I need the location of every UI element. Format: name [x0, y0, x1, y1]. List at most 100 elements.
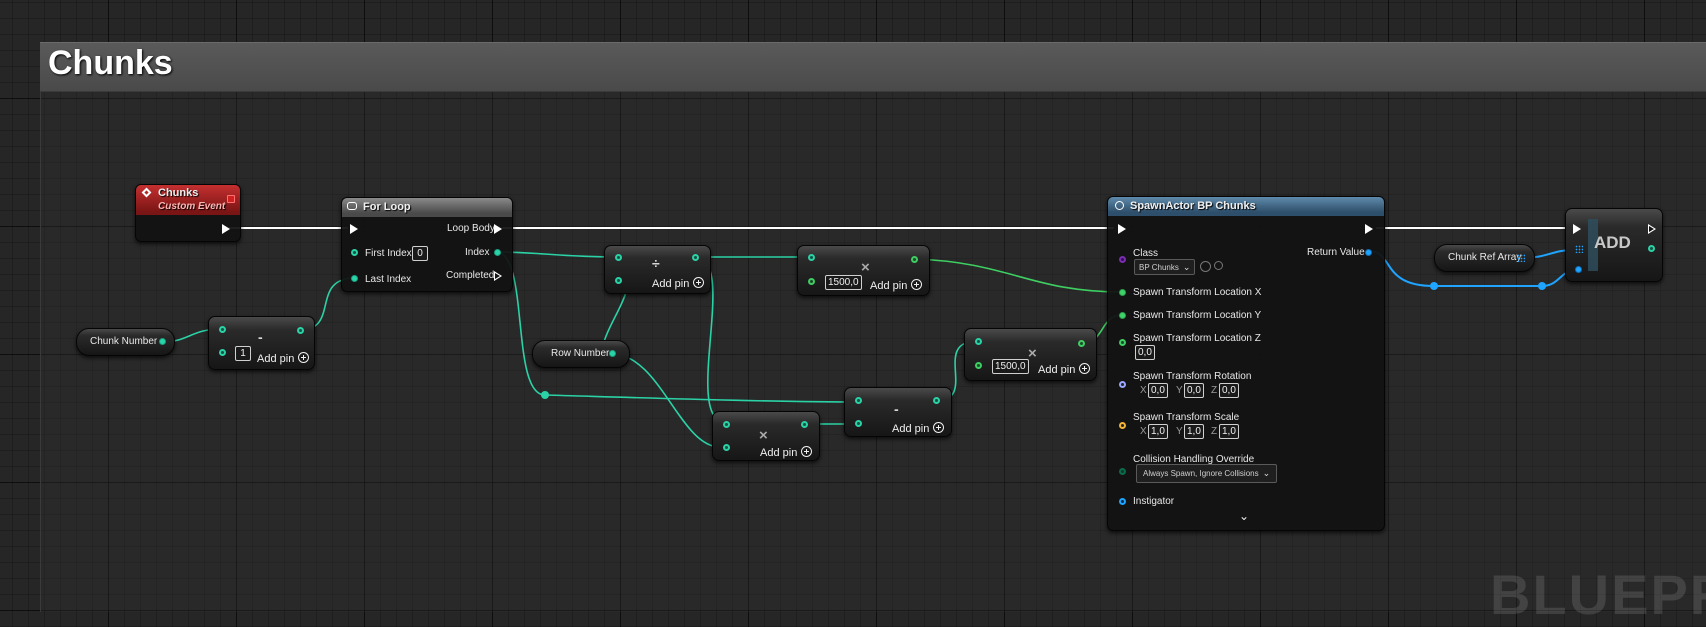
subtract-b-in-pin-a[interactable]: [855, 397, 862, 404]
scale-x-value[interactable]: 1,0: [1148, 424, 1168, 439]
multiply-operator: ×: [759, 427, 768, 444]
scale-pin[interactable]: [1119, 422, 1126, 429]
array-in-icon[interactable]: [1575, 245, 1583, 253]
array-add-node[interactable]: ADD: [1565, 208, 1663, 282]
add-label: ADD: [1594, 233, 1631, 252]
divide-in-pin-b[interactable]: [615, 277, 622, 284]
class-label: Class: [1133, 248, 1159, 259]
add-pin-icon: [933, 422, 945, 433]
multiply-bottom-out-pin[interactable]: [801, 421, 808, 428]
loop-body-exec-pin[interactable]: [494, 224, 502, 234]
multiply-right-value[interactable]: 1500,0: [992, 359, 1029, 374]
multiply-right-out-pin[interactable]: [1078, 340, 1085, 347]
multiply-top-value[interactable]: 1500,0: [825, 275, 862, 290]
multiply-right-in-pin[interactable]: [975, 338, 982, 345]
last-index-pin[interactable]: [351, 275, 358, 282]
subtract-a-in-pin-b[interactable]: [219, 349, 226, 356]
multiply-bottom-in-pin-b[interactable]: [723, 444, 730, 451]
rotation-y-value[interactable]: 0,0: [1184, 383, 1204, 398]
subtract-operator: -: [894, 401, 899, 417]
add-pin-button[interactable]: Add pin: [892, 422, 945, 435]
divide-node[interactable]: ÷ Add pin: [604, 245, 711, 294]
class-dropdown[interactable]: BP Chunks ⌄: [1134, 259, 1196, 275]
subtract-a-out-pin[interactable]: [297, 327, 304, 334]
add-pin-button[interactable]: Add pin: [652, 277, 705, 290]
rotation-z-axis: Z: [1211, 385, 1218, 396]
for-loop-node[interactable]: For Loop Loop Body First Index 0 Index L…: [341, 197, 513, 292]
item-in-pin[interactable]: [1575, 266, 1582, 273]
location-z-value[interactable]: 0,0: [1135, 345, 1155, 360]
index-out-pin[interactable]: [1648, 245, 1655, 252]
rotation-label: Spawn Transform Rotation: [1133, 371, 1252, 382]
add-exec-out[interactable]: [1648, 224, 1656, 234]
subtract-a-in-pin[interactable]: [219, 326, 226, 333]
subtract-node-b[interactable]: - Add pin: [844, 387, 952, 437]
rotation-z-value[interactable]: 0,0: [1219, 383, 1239, 398]
row-number-out-pin[interactable]: [609, 350, 616, 357]
scale-z-axis: Z: [1211, 426, 1218, 437]
completed-exec-pin[interactable]: [494, 271, 502, 281]
add-pin-button[interactable]: Add pin: [1038, 363, 1091, 376]
location-x-pin[interactable]: [1119, 289, 1126, 296]
chunk-ref-array-variable[interactable]: Chunk Ref Array: [1434, 244, 1535, 272]
add-exec-in[interactable]: [1573, 224, 1581, 234]
location-y-label: Spawn Transform Location Y: [1133, 310, 1262, 321]
multiply-node-bottom[interactable]: × Add pin: [712, 411, 820, 461]
subtract-a-value[interactable]: 1: [235, 346, 251, 361]
collision-pin[interactable]: [1119, 468, 1126, 475]
for-loop-header: For Loop: [342, 198, 512, 217]
rotation-x-value[interactable]: 0,0: [1148, 383, 1168, 398]
scale-y-value[interactable]: 1,0: [1184, 424, 1204, 439]
reroute-knot: [541, 391, 549, 399]
instigator-pin[interactable]: [1119, 498, 1126, 505]
browse-icon[interactable]: [1200, 261, 1211, 272]
row-number-variable[interactable]: Row Number: [532, 340, 630, 368]
add-pin-button[interactable]: Add pin: [760, 446, 813, 459]
search-icon[interactable]: [1214, 261, 1223, 270]
delegate-pin[interactable]: [227, 195, 235, 203]
for-loop-exec-in[interactable]: [350, 224, 358, 234]
location-z-pin[interactable]: [1119, 339, 1126, 346]
spawn-actor-node[interactable]: SpawnActor BP Chunks Class BP Chunks ⌄ Re…: [1107, 196, 1385, 531]
int-wire: [495, 251, 619, 258]
add-pin-icon: [298, 352, 310, 363]
index-out-pin[interactable]: [494, 249, 501, 256]
spawn-exec-out[interactable]: [1365, 224, 1373, 234]
multiply-node-top[interactable]: 1500,0 × Add pin: [797, 245, 930, 296]
location-y-pin[interactable]: [1119, 312, 1126, 319]
add-pin-button[interactable]: Add pin: [257, 352, 310, 365]
first-index-pin[interactable]: [351, 249, 358, 256]
class-pin[interactable]: [1119, 256, 1126, 263]
collision-dropdown[interactable]: Always Spawn, Ignore Collisions ⌄: [1136, 464, 1278, 483]
chunk-number-variable[interactable]: Chunk Number: [76, 328, 175, 356]
scale-z-value[interactable]: 1,0: [1219, 424, 1239, 439]
chunk-number-out-pin[interactable]: [159, 338, 166, 345]
return-value-pin[interactable]: [1365, 249, 1372, 256]
custom-event-node[interactable]: Chunks Custom Event: [135, 184, 241, 242]
expand-chevron-icon[interactable]: ⌄: [1239, 509, 1249, 523]
subtract-b-in-pin-b[interactable]: [855, 420, 862, 427]
scale-label: Spawn Transform Scale: [1133, 412, 1240, 423]
spawn-function-icon: [1115, 201, 1124, 210]
chunk-ref-array-label: Chunk Ref Array: [1448, 252, 1522, 263]
first-index-value[interactable]: 0: [412, 246, 428, 261]
multiply-right-float-pin[interactable]: [975, 362, 982, 369]
subtract-node-a[interactable]: 1 - Add pin: [208, 316, 315, 370]
spawn-exec-in[interactable]: [1118, 224, 1126, 234]
multiply-top-out-pin[interactable]: [911, 256, 918, 263]
exec-out-pin[interactable]: [222, 224, 230, 234]
multiply-node-right[interactable]: 1500,0 × Add pin: [964, 328, 1097, 381]
multiply-bottom-in-pin-a[interactable]: [723, 421, 730, 428]
scale-y-axis: Y: [1176, 426, 1183, 437]
add-pin-button[interactable]: Add pin: [870, 279, 923, 292]
array-grid-icon[interactable]: [1517, 254, 1525, 262]
subtract-b-out-pin[interactable]: [933, 397, 940, 404]
loop-icon: [347, 202, 357, 210]
rotation-y-axis: Y: [1176, 385, 1183, 396]
multiply-top-in-pin[interactable]: [808, 254, 815, 261]
add-pin-icon: [1079, 363, 1091, 374]
rotation-pin[interactable]: [1119, 381, 1126, 388]
multiply-top-float-pin[interactable]: [808, 278, 815, 285]
divide-in-pin-a[interactable]: [615, 254, 622, 261]
divide-out-pin[interactable]: [692, 254, 699, 261]
